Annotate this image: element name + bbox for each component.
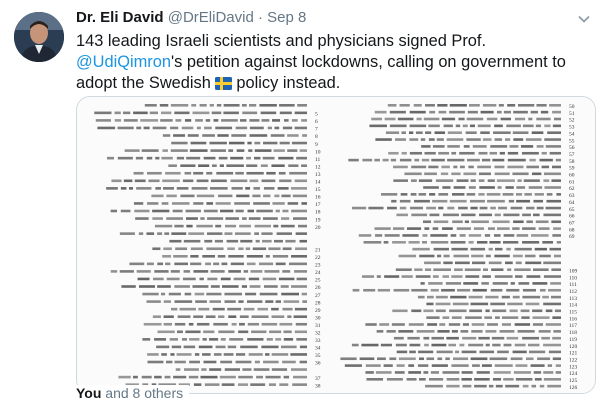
left-column-line xyxy=(363,241,561,244)
left-column-line-number: 65 xyxy=(569,207,575,213)
right-column-line xyxy=(119,232,307,235)
left-column-line-number: 52 xyxy=(569,118,575,124)
tweet-text: 143 leading Israeli scientists and physi… xyxy=(76,31,596,94)
right-column-line-number: 26 xyxy=(315,285,321,291)
right-column-line-number: 29 xyxy=(315,308,321,314)
left-column-line-number: 57 xyxy=(569,152,575,158)
sweden-flag-icon xyxy=(215,77,233,90)
right-column-line-number: 14 xyxy=(315,180,321,186)
petition-page: 5051525354555657585960616263646566676869… xyxy=(77,97,595,393)
left-column-line-number: 121 xyxy=(569,351,578,357)
mention-link[interactable]: @UdiQimron xyxy=(76,53,171,71)
right-column-line-number: 12 xyxy=(315,164,321,170)
left-column-line-number: 110 xyxy=(569,275,577,281)
right-column-line-number: 18 xyxy=(315,210,321,216)
left-column-line-number: 124 xyxy=(569,371,578,377)
left-column-line-number: 126 xyxy=(569,385,578,391)
right-column-line-number: 7 xyxy=(315,127,318,133)
right-column-line-number: 15 xyxy=(315,187,321,193)
right-column-line-number: 31 xyxy=(315,323,321,329)
left-column-line-number: 64 xyxy=(569,200,575,206)
left-column-line-number: 117 xyxy=(569,323,577,329)
right-column-line-number: 5 xyxy=(315,112,318,118)
right-column-line-number: 6 xyxy=(315,119,318,125)
liked-by-you: You xyxy=(76,385,102,401)
left-column-line-number: 62 xyxy=(569,186,575,192)
right-column-line-number: 9 xyxy=(315,142,318,148)
left-column-line-number: 50 xyxy=(569,104,575,110)
liked-by-others: and 8 others xyxy=(101,385,184,401)
tweet-text-part-3: policy instead. xyxy=(236,74,341,92)
left-column-line-number: 118 xyxy=(569,330,577,336)
right-column-line-number: 34 xyxy=(315,346,321,352)
header-separator: · xyxy=(257,9,263,26)
tweet-text-part-1: 143 leading Israeli scientists and physi… xyxy=(76,32,486,50)
left-column-line-number: 58 xyxy=(569,159,575,165)
left-column-line-number: 120 xyxy=(569,344,578,350)
right-column-line-number: 37 xyxy=(315,376,321,382)
left-column-line-number: 122 xyxy=(569,357,578,363)
left-column-line-number: 63 xyxy=(569,193,575,199)
left-column-line-number: 61 xyxy=(569,179,575,185)
left-column-line-number: 54 xyxy=(569,131,575,137)
right-column-line-number: 38 xyxy=(315,383,321,389)
right-column-line-number: 35 xyxy=(315,353,321,359)
right-column-line-number: 24 xyxy=(315,270,321,276)
left-column-line-number: 111 xyxy=(569,282,577,288)
right-column-line-number: 30 xyxy=(315,315,321,321)
left-column-line xyxy=(424,261,561,265)
left-column-line-number: 125 xyxy=(569,378,578,384)
left-column-line-number: 59 xyxy=(569,166,575,172)
left-column-line-number: 66 xyxy=(569,214,575,220)
right-column-line-number: 32 xyxy=(315,331,321,337)
right-column-line-number: 25 xyxy=(315,278,321,284)
left-column-line-number: 115 xyxy=(569,310,577,316)
right-column-line-number: 20 xyxy=(315,225,321,231)
author-name[interactable]: Dr. Eli David xyxy=(76,9,164,26)
left-column-line-number: 55 xyxy=(569,138,575,144)
right-column-line-number: 16 xyxy=(315,195,321,201)
left-column-line-number: 53 xyxy=(569,125,575,131)
left-column-line-number: 51 xyxy=(569,111,575,117)
left-column-line-number: 116 xyxy=(569,316,577,322)
right-column-line-number: 13 xyxy=(315,172,321,178)
left-column-line-number: 60 xyxy=(569,173,575,179)
left-column-line-number: 69 xyxy=(569,234,575,240)
left-column-line-number: 67 xyxy=(569,220,575,226)
right-column-line-number: 17 xyxy=(315,202,321,208)
right-column-line-number: 27 xyxy=(315,293,321,299)
left-column-line-number: 123 xyxy=(569,364,578,370)
left-column-line-number: 109 xyxy=(569,268,578,274)
liked-by-line[interactable]: You and 8 others xyxy=(76,385,190,401)
right-column-line-number: 22 xyxy=(315,255,321,261)
left-column-line-number: 112 xyxy=(569,289,577,295)
right-column-line-number: 28 xyxy=(315,300,321,306)
right-column-line-number: 10 xyxy=(315,149,321,155)
tweet-header: Dr. Eli David @DrEliDavid · Sep 8 xyxy=(76,9,306,26)
right-column-line-number: 21 xyxy=(315,247,321,253)
right-column-line-number: 8 xyxy=(315,134,318,140)
author-avatar[interactable] xyxy=(14,12,64,62)
left-column-line-number: 114 xyxy=(569,303,577,309)
left-column-line-number: 56 xyxy=(569,145,575,151)
right-column-line-number: 19 xyxy=(315,217,321,223)
right-column-line-number: 11 xyxy=(315,157,321,163)
tweet-date[interactable]: Sep 8 xyxy=(267,9,306,26)
avatar-image xyxy=(14,12,64,62)
petition-document-image[interactable]: 50 51 52 53 54 55 56 57 58 59 60 61 62 63 64 65 66 67 68 69… xyxy=(76,96,596,394)
right-column-line-number: 36 xyxy=(315,361,321,367)
right-column-line-number: 23 xyxy=(315,263,321,269)
left-column-line-number: 68 xyxy=(569,227,575,233)
left-column-line-number: 113 xyxy=(569,296,577,302)
right-column-line-number: 33 xyxy=(315,338,321,344)
chevron-down-icon[interactable] xyxy=(577,12,591,26)
left-column-line-number: 119 xyxy=(569,337,577,343)
author-handle[interactable]: @DrEliDavid xyxy=(168,9,254,26)
